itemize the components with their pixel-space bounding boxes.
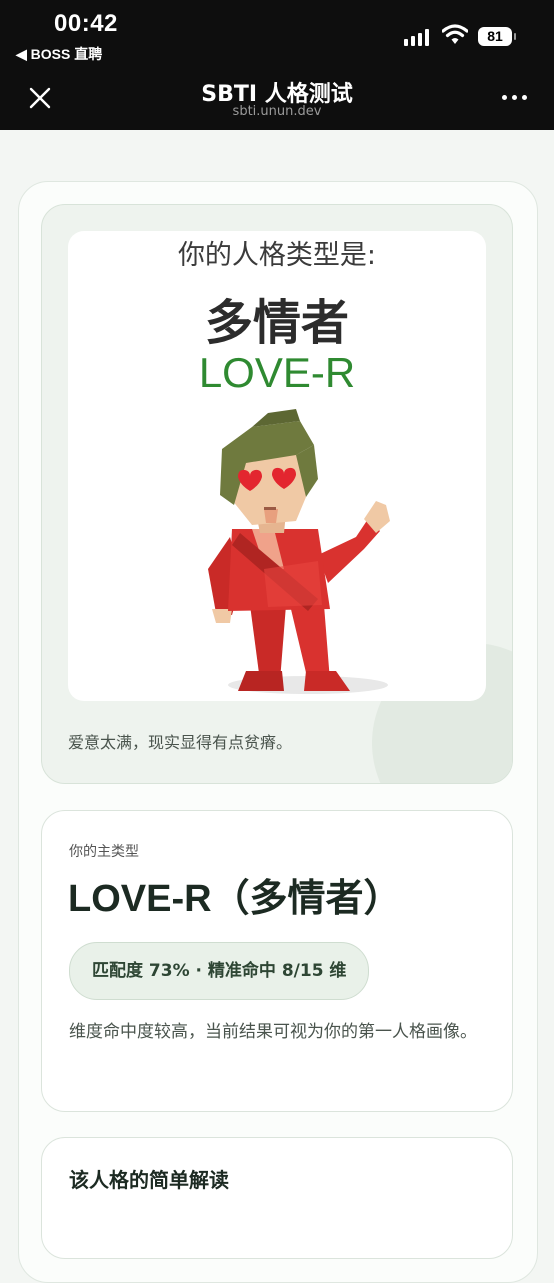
interpretation-card: 该人格的简单解读 [41,1137,513,1259]
status-time: 00:42 [54,10,118,37]
poster-type-code: LOVE-R [198,349,356,396]
poster-type-name: 多情者 [204,295,349,351]
wifi-icon [442,24,468,44]
main-type-card: 你的主类型 LOVE-R（多情者） 匹配度 73% · 精准命中 8/15 维 … [41,810,513,1112]
main-type-title: LOVE-R（多情者） [68,878,402,920]
back-to-app-link[interactable]: ◀ BOSS 直聘 [16,44,102,64]
result-hero-card: 你的人格类型是: 多情者 LOVE-R 爱意太满，现实显得有点贫瘠。 [41,204,513,784]
main-type-label: 你的主类型 [69,844,139,860]
match-score-badge: 匹配度 73% · 精准命中 8/15 维 [69,942,370,1000]
main-type-description: 维度命中度较高，当前结果可视为你的第一人格画像。 [69,1022,477,1042]
poster-label: 你的人格类型是: [177,240,377,271]
character-illustration [208,409,390,694]
interpretation-title: 该人格的简单解读 [69,1168,229,1192]
result-poster-image: 你的人格类型是: 多情者 LOVE-R [68,231,486,701]
more-options-icon[interactable] [500,92,530,104]
result-tagline: 爱意太满，现实显得有点贫瘠。 [68,733,293,752]
page-url: sbti.unun.dev [232,104,322,119]
battery-indicator: 81 [478,27,516,46]
cellular-signal-icon [404,28,432,46]
top-bar: 00:42 ◀ BOSS 直聘 81 SBTI 人格测试 sbti.unun.d… [0,0,554,130]
